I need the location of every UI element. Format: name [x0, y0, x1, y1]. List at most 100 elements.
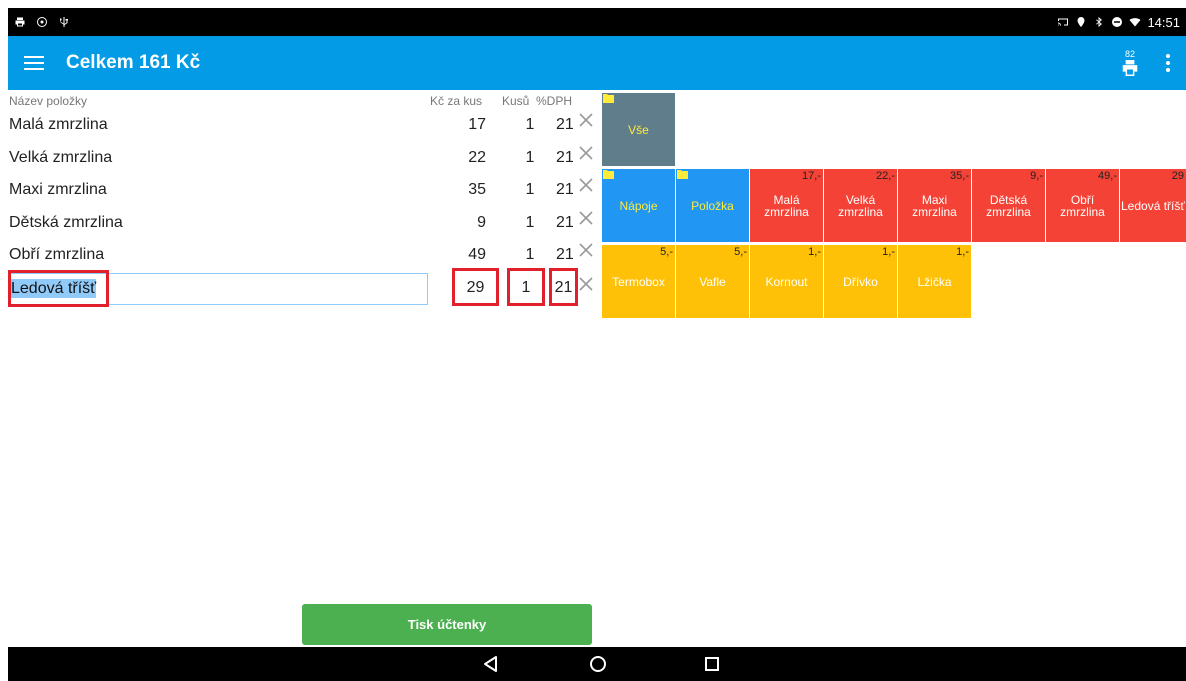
- tile-product[interactable]: 1,- Kornout: [750, 245, 823, 318]
- tile-label: Dětská zmrzlina: [986, 192, 1031, 219]
- folder-icon: [603, 94, 614, 103]
- close-icon: [579, 178, 593, 192]
- status-bar-left: [14, 16, 70, 28]
- usb-icon: [58, 16, 70, 28]
- header-qty: Kusů: [502, 94, 530, 108]
- tile-label: Vše: [628, 122, 649, 137]
- back-icon[interactable]: [481, 654, 503, 674]
- item-price: 49: [468, 246, 486, 263]
- print-queue-button[interactable]: 82: [1110, 36, 1150, 90]
- tile-category-all[interactable]: Vše: [602, 93, 675, 166]
- item-qty: 1: [525, 213, 535, 231]
- do-not-disturb-icon: [1111, 16, 1123, 28]
- tile-price: 22,-: [876, 170, 895, 182]
- item-price-input[interactable]: 29: [452, 268, 499, 306]
- tile-product[interactable]: 1,- Dřívko: [824, 245, 897, 318]
- item-name: Obří zmrzlina: [9, 246, 105, 263]
- tile-folder-napoje[interactable]: Nápoje: [602, 169, 675, 242]
- remove-item-button[interactable]: [579, 145, 595, 164]
- table-row[interactable]: Malá zmrzlina 17 1 21: [8, 109, 600, 142]
- item-price: 35: [468, 181, 486, 198]
- overflow-menu-button[interactable]: [1150, 36, 1186, 90]
- tile-label: Položka: [691, 198, 734, 213]
- status-bar-right: 14:51: [1057, 15, 1180, 30]
- location-icon: [1075, 16, 1087, 28]
- close-icon: [579, 113, 593, 127]
- tile-price: 17,-: [802, 170, 821, 182]
- tile-label: Ledová tříšť: [1121, 198, 1185, 213]
- table-row[interactable]: Dětská zmrzlina 9 1 21: [8, 207, 600, 240]
- app-bar: Celkem 161 Kč 82: [8, 36, 1186, 90]
- status-bar: 14:51: [8, 8, 1186, 36]
- item-vat-input[interactable]: 21: [549, 268, 578, 306]
- table-header: Název položky Kč za kus Kusů %DPH: [8, 93, 600, 109]
- tile-product[interactable]: 9,- Dětská zmrzlina: [972, 169, 1045, 242]
- tile-label: Lžička: [917, 274, 952, 289]
- menu-button[interactable]: [8, 36, 60, 90]
- tile-product[interactable]: 5,- Termobox: [602, 245, 675, 318]
- receipt-items: Název položky Kč za kus Kusů %DPH Malá z…: [8, 93, 600, 307]
- item-qty: 1: [525, 246, 535, 263]
- tile-folder-polozka[interactable]: Položka: [676, 169, 749, 242]
- item-qty: 1: [525, 116, 535, 133]
- table-row[interactable]: Velká zmrzlina 22 1 21: [8, 142, 600, 175]
- selected-name-text: Ledová tříšť: [11, 279, 97, 298]
- recents-icon[interactable]: [702, 654, 724, 674]
- tile-product[interactable]: 22,- Velká zmrzlina: [824, 169, 897, 242]
- item-vat: 21: [556, 181, 574, 198]
- tile-label: Dřívko: [843, 274, 878, 289]
- folder-icon: [677, 170, 688, 179]
- total-title: Celkem 161 Kč: [66, 52, 201, 73]
- tile-price: 1,-: [808, 246, 821, 258]
- tile-label: Vafle: [699, 274, 726, 289]
- header-price: Kč za kus: [430, 94, 483, 108]
- tile-price: 1,-: [882, 246, 895, 258]
- navigation-bar: [8, 647, 1186, 681]
- table-row[interactable]: Maxi zmrzlina 35 1 21: [8, 174, 600, 207]
- remove-item-button[interactable]: [579, 243, 595, 261]
- item-vat: 21: [556, 213, 574, 231]
- printer-icon: [1122, 60, 1138, 76]
- tile-price: 5,-: [660, 246, 673, 258]
- more-vertical-icon: [1166, 54, 1170, 72]
- tile-price: 1,-: [956, 246, 969, 258]
- item-name: Velká zmrzlina: [9, 148, 113, 166]
- tile-price: 29: [1171, 170, 1184, 182]
- header-vat: %DPH: [536, 94, 573, 108]
- item-qty-input[interactable]: 1: [507, 268, 545, 306]
- item-vat: 21: [556, 116, 574, 133]
- remove-item-button[interactable]: [579, 178, 595, 196]
- tile-product[interactable]: 29 Ledová tříšť: [1120, 169, 1186, 242]
- tile-price: 5,-: [734, 246, 747, 258]
- cast-icon: [1057, 16, 1069, 28]
- tile-label: Obří zmrzlina: [1060, 192, 1105, 219]
- tile-label: Velká zmrzlina: [838, 192, 883, 219]
- remove-item-button[interactable]: [579, 277, 595, 295]
- item-qty: 1: [525, 181, 535, 198]
- status-time: 14:51: [1147, 14, 1180, 30]
- tile-label: Kornout: [765, 274, 808, 289]
- tile-product[interactable]: 5,- Vafle: [676, 245, 749, 318]
- remove-item-button[interactable]: [579, 113, 595, 131]
- home-icon[interactable]: [588, 654, 610, 674]
- folder-icon: [603, 170, 614, 179]
- remove-item-button[interactable]: [579, 210, 595, 229]
- tile-product[interactable]: 49,- Obří zmrzlina: [1046, 169, 1119, 242]
- tile-price: 49,-: [1098, 170, 1117, 182]
- print-receipt-button[interactable]: Tisk účtenky: [302, 604, 592, 645]
- tile-label: Maxi zmrzlina: [912, 192, 957, 219]
- item-price: 9: [477, 213, 486, 231]
- header-name: Název položky: [9, 94, 88, 108]
- tile-product[interactable]: 1,- Lžička: [898, 245, 971, 318]
- item-name-input[interactable]: Ledová tříšť: [8, 273, 428, 305]
- item-name: Dětská zmrzlina: [9, 213, 123, 231]
- item-name: Malá zmrzlina: [9, 116, 108, 133]
- location-shield-icon: [36, 16, 48, 28]
- item-vat: 21: [556, 246, 574, 263]
- print-count-badge: 82: [1124, 49, 1135, 59]
- tile-product[interactable]: 17,- Malá zmrzlina: [750, 169, 823, 242]
- table-row[interactable]: Obří zmrzlina 49 1 21: [8, 239, 600, 272]
- close-icon: [579, 277, 593, 291]
- tile-product[interactable]: 35,- Maxi zmrzlina: [898, 169, 971, 242]
- item-price: 22: [468, 148, 486, 166]
